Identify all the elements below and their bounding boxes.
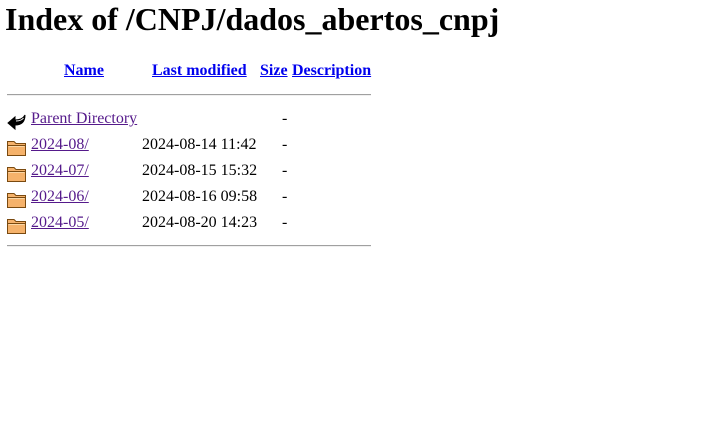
table-row: 2024-07/ 2024-08-15 15:32 - — [0, 160, 400, 184]
row-size: - — [282, 136, 288, 153]
row-name[interactable]: 2024-08/ — [31, 136, 89, 154]
column-header-size[interactable]: Size — [260, 62, 288, 80]
row-name[interactable]: 2024-07/ — [31, 162, 89, 180]
folder-link[interactable]: 2024-07/ — [31, 162, 89, 179]
folder-link[interactable]: 2024-08/ — [31, 136, 89, 153]
sort-by-size-link[interactable]: Size — [260, 62, 288, 79]
sort-by-last-modified-link[interactable]: Last modified — [152, 62, 247, 79]
column-header-name[interactable]: Name — [64, 62, 104, 80]
table-row: 2024-06/ 2024-08-16 09:58 - — [0, 186, 400, 210]
column-header-last-modified[interactable]: Last modified — [152, 62, 247, 80]
page-title: Index of /CNPJ/dados_abertos_cnpj — [5, 1, 500, 37]
footer-divider — [7, 245, 371, 247]
folder-icon — [6, 163, 28, 183]
parent-directory-name[interactable]: Parent Directory — [31, 110, 137, 128]
parent-directory-row: Parent Directory - — [0, 108, 400, 132]
row-last-modified: 2024-08-15 15:32 — [142, 162, 258, 179]
row-size: - — [282, 162, 288, 179]
table-row: 2024-08/ 2024-08-14 11:42 - — [0, 134, 400, 158]
folder-link[interactable]: 2024-06/ — [31, 188, 89, 205]
folder-icon — [6, 215, 28, 235]
row-last-modified: 2024-08-14 11:42 — [142, 136, 257, 153]
row-size: - — [282, 188, 288, 205]
column-header-description[interactable]: Description — [292, 62, 371, 80]
row-last-modified: 2024-08-20 14:23 — [142, 214, 258, 231]
row-name[interactable]: 2024-05/ — [31, 214, 89, 232]
row-size: - — [282, 214, 288, 231]
folder-link[interactable]: 2024-05/ — [31, 214, 89, 231]
parent-directory-size: - — [282, 110, 288, 127]
header-divider — [7, 94, 371, 96]
directory-listing-page: Index of /CNPJ/dados_abertos_cnpj Name L… — [0, 0, 701, 438]
row-last-modified: 2024-08-16 09:58 — [142, 188, 258, 205]
back-arrow-icon — [6, 111, 28, 131]
parent-directory-link[interactable]: Parent Directory — [31, 110, 137, 127]
sort-by-name-link[interactable]: Name — [64, 62, 104, 79]
folder-icon — [6, 137, 28, 157]
row-name[interactable]: 2024-06/ — [31, 188, 89, 206]
table-row: 2024-05/ 2024-08-20 14:23 - — [0, 212, 400, 236]
folder-icon — [6, 189, 28, 209]
sort-by-description-link[interactable]: Description — [292, 62, 371, 79]
